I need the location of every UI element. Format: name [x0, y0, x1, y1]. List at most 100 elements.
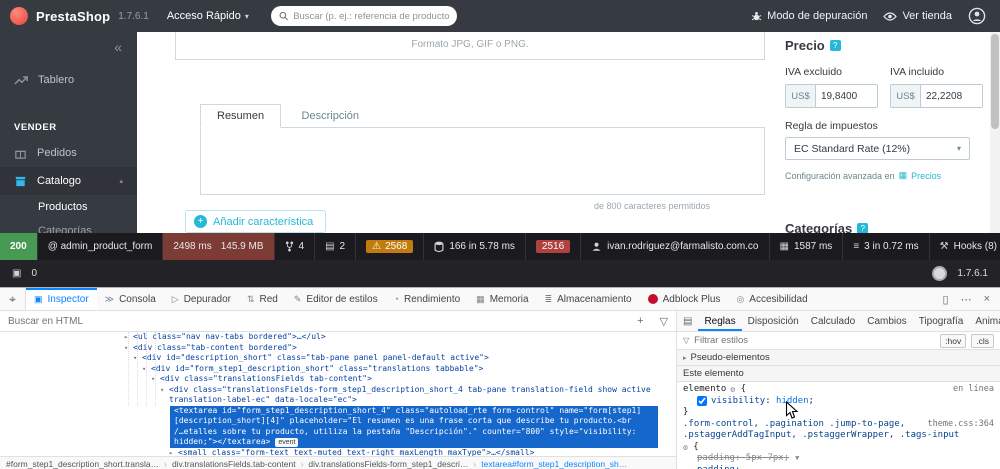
- tab-description[interactable]: Descripción: [286, 105, 375, 127]
- markup-node[interactable]: translation-label-ec" data-locale="ec">: [0, 395, 676, 406]
- markup-node[interactable]: ▾<div class="translationsFields tab-cont…: [0, 374, 676, 385]
- breadcrumb-item[interactable]: div.translationsFields.tab-content: [172, 459, 296, 469]
- toggle-pane-icon[interactable]: ▤: [677, 311, 698, 331]
- eye-icon: [883, 12, 897, 21]
- sidebar-item-orders[interactable]: Pedidos: [0, 139, 137, 167]
- twisty-icon[interactable]: ▸: [124, 332, 133, 343]
- class-toggle-button[interactable]: .cls: [971, 334, 994, 348]
- tab-storage[interactable]: ≣Almacenamiento: [537, 288, 640, 310]
- css-rule-selector[interactable]: .form-control, .pagination .jump-to-page…: [683, 419, 994, 431]
- debug-mode-button[interactable]: Modo de depuración: [751, 10, 867, 22]
- price-tax-excluded-input[interactable]: US$ 19,8400: [785, 84, 878, 108]
- breadcrumb-item-selected[interactable]: textarea#form_step1_description_sh…: [481, 459, 627, 469]
- markup-node[interactable]: ▸<ul class="nav nav-tabs bordered">…</ul…: [0, 332, 676, 343]
- sidebar-collapse-button[interactable]: «: [114, 39, 122, 55]
- tab-layout[interactable]: Disposición: [742, 311, 805, 331]
- twig-cell[interactable]: 2516: [526, 233, 581, 260]
- markup-node[interactable]: ▾<div id="form_step1_description_short" …: [0, 364, 676, 375]
- event-badge[interactable]: event: [275, 438, 298, 447]
- css-declaration[interactable]: visibility: hidden;: [683, 396, 994, 408]
- devtools-close-button[interactable]: ×: [978, 293, 996, 305]
- html-search-bar[interactable]: Buscar en HTML + ▽: [0, 311, 676, 332]
- css-rule-selector[interactable]: .pstaggerAddTagInput, .pstaggerWrapper, …: [683, 430, 994, 442]
- twisty-icon[interactable]: ▾: [142, 364, 151, 375]
- css-declaration-overridden[interactable]: padding: 5px 7px; ▼: [683, 453, 994, 465]
- markup-node[interactable]: ▾<div id="description_short" class="tab-…: [0, 353, 676, 364]
- tab-accessibility[interactable]: ◎Accesibilidad: [728, 288, 815, 310]
- twisty-icon[interactable]: ▾: [160, 385, 169, 396]
- twisty-icon[interactable]: ▸: [169, 448, 178, 457]
- price-tax-included-input[interactable]: US$ 22,2208: [890, 84, 983, 108]
- sidebar-item-catalog[interactable]: Catalogo ▴: [0, 167, 137, 195]
- pseudo-elements-header[interactable]: ▸ Pseudo-elementos: [677, 350, 1000, 366]
- file-icon: ▤: [325, 241, 334, 252]
- tab-computed[interactable]: Calculado: [805, 311, 861, 331]
- breadcrumb-item[interactable]: div.translationsFields-form_step1_descri…: [308, 459, 468, 469]
- filter-styles-input[interactable]: Filtrar estilos: [694, 335, 935, 346]
- separate-window-button[interactable]: ▯: [937, 293, 955, 306]
- files-cell[interactable]: ▤ 2: [315, 233, 356, 260]
- breadcrumb-item[interactable]: #form_step1_description_short.transla…: [6, 459, 159, 469]
- tab-changes[interactable]: Cambios: [861, 311, 912, 331]
- property-toggle-checkbox[interactable]: [697, 396, 707, 406]
- help-badge[interactable]: ?: [857, 223, 868, 233]
- profile-menu-button[interactable]: [968, 7, 986, 25]
- tab-inspector[interactable]: ▣Inspector: [26, 288, 97, 310]
- overridden-filter-icon[interactable]: ▼: [795, 453, 799, 465]
- performance-cell[interactable]: 2498 ms 145.9 MB: [163, 233, 274, 260]
- blocks-cell[interactable]: ▦ 1587 ms: [770, 233, 844, 260]
- hover-toggle-button[interactable]: :hov: [940, 334, 966, 348]
- summary-textarea[interactable]: [200, 127, 765, 195]
- view-shop-button[interactable]: Ver tienda: [883, 10, 952, 22]
- tab-performance[interactable]: ◔Rendimiento: [386, 288, 469, 310]
- symfony-icon: [932, 266, 947, 281]
- database-cell[interactable]: 166 in 5.78 ms: [424, 233, 526, 260]
- twisty-icon[interactable]: ▾: [124, 343, 133, 354]
- devtools-menu-button[interactable]: ⋯: [955, 293, 978, 306]
- tab-summary[interactable]: Resumen: [200, 104, 281, 128]
- prices-link[interactable]: Precios: [911, 171, 941, 181]
- tab-network[interactable]: ⇅Red: [239, 288, 286, 310]
- selected-node[interactable]: <textarea id="form_step1_description_sho…: [170, 406, 658, 448]
- search-placeholder: Buscar (p. ej.: referencia de producto, …: [293, 11, 449, 22]
- sidebar-item-categories[interactable]: Categorías: [0, 219, 137, 233]
- tax-rule-select[interactable]: EC Standard Rate (12%) ▾: [785, 137, 970, 160]
- debugger-icon: ▷: [172, 294, 179, 305]
- markup-node[interactable]: ▾<div class="translationsFields-form_ste…: [0, 385, 676, 396]
- markup-node[interactable]: ▾<div class="tab-content bordered">: [0, 343, 676, 354]
- scrollbar-thumb[interactable]: [991, 34, 999, 129]
- quick-access-menu[interactable]: Acceso Rápido ▾: [167, 10, 249, 22]
- route-cell[interactable]: @ admin_product_form: [38, 233, 164, 260]
- tab-fonts[interactable]: Tipografía: [913, 311, 970, 331]
- hooks-cell[interactable]: ⚒ Hooks (8): [930, 233, 1000, 260]
- stylesheet-link[interactable]: theme.css:364: [921, 419, 994, 431]
- fork-cell[interactable]: 4: [275, 233, 316, 260]
- tab-style-editor[interactable]: ✎Editor de estilos: [286, 288, 386, 310]
- css-declaration[interactable]: padding:: [683, 465, 994, 469]
- help-badge[interactable]: ?: [830, 40, 841, 51]
- tab-animations[interactable]: Animaciones: [969, 311, 1000, 331]
- filter-icon[interactable]: ▽: [652, 315, 676, 328]
- node-picker-button[interactable]: ⌖: [0, 288, 26, 310]
- twisty-icon[interactable]: ▾: [133, 353, 142, 364]
- twisty-icon[interactable]: ▾: [151, 374, 160, 385]
- queries-cell[interactable]: ≡ 3 in 0.72 ms: [843, 233, 929, 260]
- tab-rules[interactable]: Reglas: [698, 311, 741, 331]
- sidebar-item-products[interactable]: Productos: [0, 195, 137, 219]
- global-search-input[interactable]: Buscar (p. ej.: referencia de producto, …: [271, 6, 457, 26]
- image-dropzone[interactable]: Formato JPG, GIF o PNG.: [175, 32, 765, 60]
- inspector-icon: ▣: [34, 294, 43, 305]
- add-feature-button[interactable]: + Añadir característica: [185, 210, 326, 233]
- tab-memory[interactable]: ▦Memoria: [468, 288, 536, 310]
- tab-debugger[interactable]: ▷Depurador: [164, 288, 239, 310]
- tab-adblock[interactable]: Adblock Plus: [640, 288, 729, 310]
- user-cell[interactable]: ivan.rodriguez@farmalisto.com.co: [581, 233, 769, 260]
- sidebar-item-dashboard[interactable]: Tablero: [0, 66, 137, 94]
- markup-node[interactable]: ▸<small class="form-text text-muted text…: [0, 448, 676, 457]
- status-badge[interactable]: 200: [0, 233, 38, 260]
- warnings-cell[interactable]: ⚠ 2568: [356, 233, 424, 260]
- new-node-button[interactable]: +: [629, 315, 651, 327]
- inline-style-rule[interactable]: elemento ⚙ { en línea: [683, 384, 994, 396]
- performance-icon: ◔: [394, 294, 399, 304]
- tab-console[interactable]: ≫Consola: [97, 288, 164, 310]
